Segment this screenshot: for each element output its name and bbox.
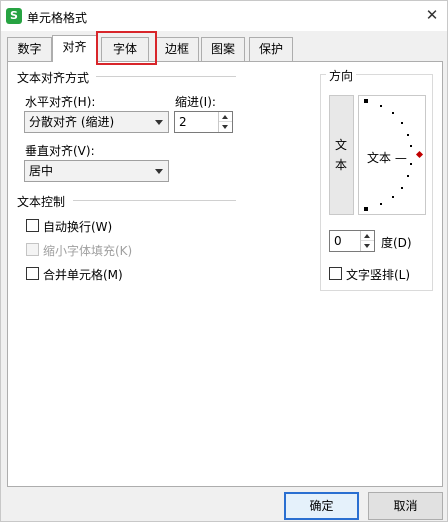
indent-stepper[interactable]: 2 xyxy=(174,111,233,133)
tab-border[interactable]: 边框 xyxy=(155,37,199,61)
dial-tick xyxy=(410,163,412,165)
merge-cells-label[interactable]: 合并单元格(M) xyxy=(43,266,123,283)
wrap-text-checkbox[interactable] xyxy=(26,219,39,232)
tab-number[interactable]: 数字 xyxy=(7,37,52,61)
ok-button[interactable]: 确定 xyxy=(284,492,359,520)
shrink-to-fit-label: 缩小字体填充(K) xyxy=(43,244,133,258)
orientation-title: 方向 xyxy=(326,67,357,84)
section-divider xyxy=(96,76,236,77)
orientation-dial-text: 文本 — xyxy=(367,151,407,165)
orientation-dial[interactable]: 文本 — xyxy=(358,95,426,215)
wrap-text-label[interactable]: 自动换行(W) xyxy=(43,218,112,235)
vertical-align-label: 垂直对齐(V): xyxy=(25,144,95,158)
section-divider xyxy=(73,200,236,201)
vertical-text-char: 本 xyxy=(335,158,348,172)
horizontal-align-value: 分散对齐 (缩进) xyxy=(29,115,115,129)
dial-mark-bottom xyxy=(364,207,368,211)
degree-up-arrow-icon[interactable] xyxy=(361,231,374,241)
dial-tick xyxy=(407,134,409,136)
text-control-section-title: 文本控制 xyxy=(17,195,66,209)
cancel-button[interactable]: 取消 xyxy=(368,492,443,520)
dial-tick xyxy=(392,196,394,198)
title-bar[interactable]: S 单元格格式 ✕ xyxy=(1,1,447,31)
window-title: 单元格格式 xyxy=(27,11,88,25)
vertical-stack-label[interactable]: 文字竖排(L) xyxy=(346,266,410,283)
dial-tick xyxy=(401,187,403,189)
dial-tick xyxy=(410,145,412,147)
horizontal-align-select[interactable]: 分散对齐 (缩进) xyxy=(24,111,169,133)
vertical-stack-checkbox[interactable] xyxy=(329,267,342,280)
merge-cells-checkbox[interactable] xyxy=(26,267,39,280)
degree-label: 度(D) xyxy=(381,236,412,250)
indent-value: 2 xyxy=(179,115,187,129)
indent-stepper-buttons xyxy=(218,112,232,132)
degree-stepper[interactable]: 0 xyxy=(329,230,375,252)
tab-protection[interactable]: 保护 xyxy=(249,37,293,61)
close-icon[interactable]: ✕ xyxy=(419,3,445,27)
dial-tick xyxy=(380,105,382,107)
vertical-align-value: 居中 xyxy=(29,164,54,178)
horizontal-align-label: 水平对齐(H): xyxy=(25,95,96,109)
dial-tick xyxy=(407,175,409,177)
degree-value: 0 xyxy=(334,234,342,248)
format-cells-dialog: S 单元格格式 ✕ 数字 对齐 字体 边框 图案 保护 文本对齐方式 水平对齐(… xyxy=(0,0,448,522)
vertical-text-char: 文 xyxy=(335,138,348,152)
shrink-to-fit-checkbox xyxy=(26,243,39,256)
indent-down-arrow-icon[interactable] xyxy=(219,122,232,132)
indent-up-arrow-icon[interactable] xyxy=(219,112,232,122)
degree-down-arrow-icon[interactable] xyxy=(361,241,374,251)
dial-tick xyxy=(380,203,382,205)
tab-font[interactable]: 字体 xyxy=(101,37,149,61)
tab-alignment[interactable]: 对齐 xyxy=(52,35,97,62)
alignment-panel: 文本对齐方式 水平对齐(H): 分散对齐 (缩进) 缩进(I): 2 垂直对齐(… xyxy=(7,61,443,487)
chevron-down-icon xyxy=(155,120,163,125)
tab-pattern[interactable]: 图案 xyxy=(201,37,245,61)
dial-mark-top xyxy=(364,99,368,103)
dial-current-indicator xyxy=(415,150,424,159)
chevron-down-icon xyxy=(155,169,163,174)
dial-tick xyxy=(392,112,394,114)
wps-app-icon: S xyxy=(6,8,22,24)
vertical-align-select[interactable]: 居中 xyxy=(24,160,169,182)
vertical-text-button[interactable]: 文 本 xyxy=(329,95,354,215)
text-alignment-section-title: 文本对齐方式 xyxy=(17,71,90,85)
degree-stepper-buttons xyxy=(360,231,374,251)
dial-tick xyxy=(401,122,403,124)
indent-label: 缩进(I): xyxy=(175,95,216,109)
